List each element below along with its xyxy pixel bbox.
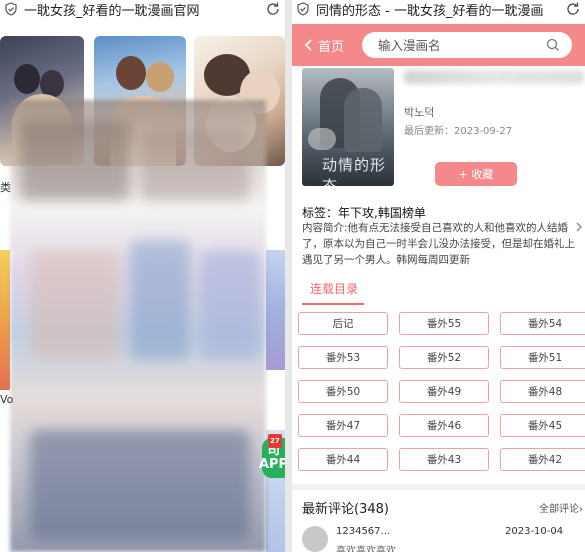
add-favorite-button[interactable]: + 收藏 xyxy=(435,162,517,186)
shield-check-icon xyxy=(5,2,17,16)
chapter-button[interactable]: 番外44 xyxy=(298,448,388,471)
chapter-button[interactable]: 番外47 xyxy=(298,414,388,437)
avatar xyxy=(302,526,328,552)
back-home-label: 首页 xyxy=(318,39,345,55)
chapter-button[interactable]: 番外52 xyxy=(399,346,489,369)
chapter-button[interactable]: 番外45 xyxy=(500,414,585,437)
book-title-blurred xyxy=(404,70,584,84)
shield-check-icon xyxy=(297,2,309,16)
comic-cover-edge xyxy=(0,250,10,390)
chapter-button[interactable]: 番外50 xyxy=(298,380,388,403)
refresh-icon[interactable] xyxy=(565,1,581,17)
refresh-icon[interactable] xyxy=(265,1,281,17)
app-badge-label-bottom: APP xyxy=(258,457,285,472)
chevron-right-icon[interactable] xyxy=(575,222,583,232)
book-description: 内容简介:他有点无法接受自己喜欢的人和他喜欢的人结婚了，原本以为自己一时半会儿没… xyxy=(302,222,575,266)
chapter-button[interactable]: 番外49 xyxy=(399,380,489,403)
book-updated: 最后更新：2023-09-27 xyxy=(404,126,513,137)
comment-text: 喜欢喜欢喜欢 xyxy=(336,546,396,552)
comic-cover-edge xyxy=(266,250,285,370)
chapter-button[interactable]: 番外51 xyxy=(500,346,585,369)
chapter-button[interactable]: 番外55 xyxy=(399,312,489,335)
app-download-badge[interactable]: 27 司 APP xyxy=(258,434,285,478)
left-page-title: 一耽女孩_好看的一耽漫画官网 xyxy=(24,3,200,19)
chapter-button[interactable]: 番外53 xyxy=(298,346,388,369)
left-title-bar: 一耽女孩_好看的一耽漫画官网 xyxy=(0,0,285,18)
comment-user: 1234567... xyxy=(336,526,391,537)
book-cover-image: 动情的形态 xyxy=(302,68,394,186)
all-comments-link[interactable]: 全部评论› xyxy=(539,500,583,515)
tab-bar: 连载目录 xyxy=(302,278,365,305)
site-header: 首页 xyxy=(292,24,585,66)
blurred-content-overlay xyxy=(10,100,266,552)
chapter-button[interactable]: 番外43 xyxy=(399,448,489,471)
chapter-button[interactable]: 番外54 xyxy=(500,312,585,335)
search-icon[interactable] xyxy=(546,38,560,52)
chevron-left-icon xyxy=(304,39,312,51)
tab-chapter-list[interactable]: 连载目录 xyxy=(302,278,365,305)
back-home-button[interactable]: 首页 xyxy=(292,36,352,55)
right-title-bar: 同情的形态 - 一耽女孩_好看的一耽漫画 xyxy=(292,0,585,18)
book-author: 박노덕 xyxy=(404,106,435,119)
chapter-button[interactable]: 后记 xyxy=(298,312,388,335)
app-badge-tag: 27 xyxy=(268,434,282,448)
right-page-title: 同情的形态 - 一耽女孩_好看的一耽漫画 xyxy=(316,3,544,19)
book-cover-title: 动情的形态 xyxy=(322,156,387,186)
search-input[interactable] xyxy=(362,37,542,53)
screen-divider xyxy=(285,0,292,552)
chapter-button[interactable]: 番外48 xyxy=(500,380,585,403)
chapter-button[interactable]: 番外46 xyxy=(399,414,489,437)
left-screen: 一耽女孩_好看的一耽漫画官网 类 Vo 27 司 APP xyxy=(0,0,285,552)
search-box xyxy=(362,32,572,58)
book-tags: 标签：年下攻,韩国榜单 xyxy=(302,206,426,220)
left-text-fragment: Vo xyxy=(0,393,14,406)
right-screen: 同情的形态 - 一耽女孩_好看的一耽漫画 首页 动情的形态 박노덕 最后更新：2… xyxy=(292,0,585,552)
section-divider xyxy=(292,484,585,490)
comments-title: 最新评论(348) xyxy=(302,502,389,517)
left-text-fragment: 类 xyxy=(0,181,11,194)
chapter-button[interactable]: 番外42 xyxy=(500,448,585,471)
comment-date: 2023-10-04 xyxy=(505,526,564,537)
